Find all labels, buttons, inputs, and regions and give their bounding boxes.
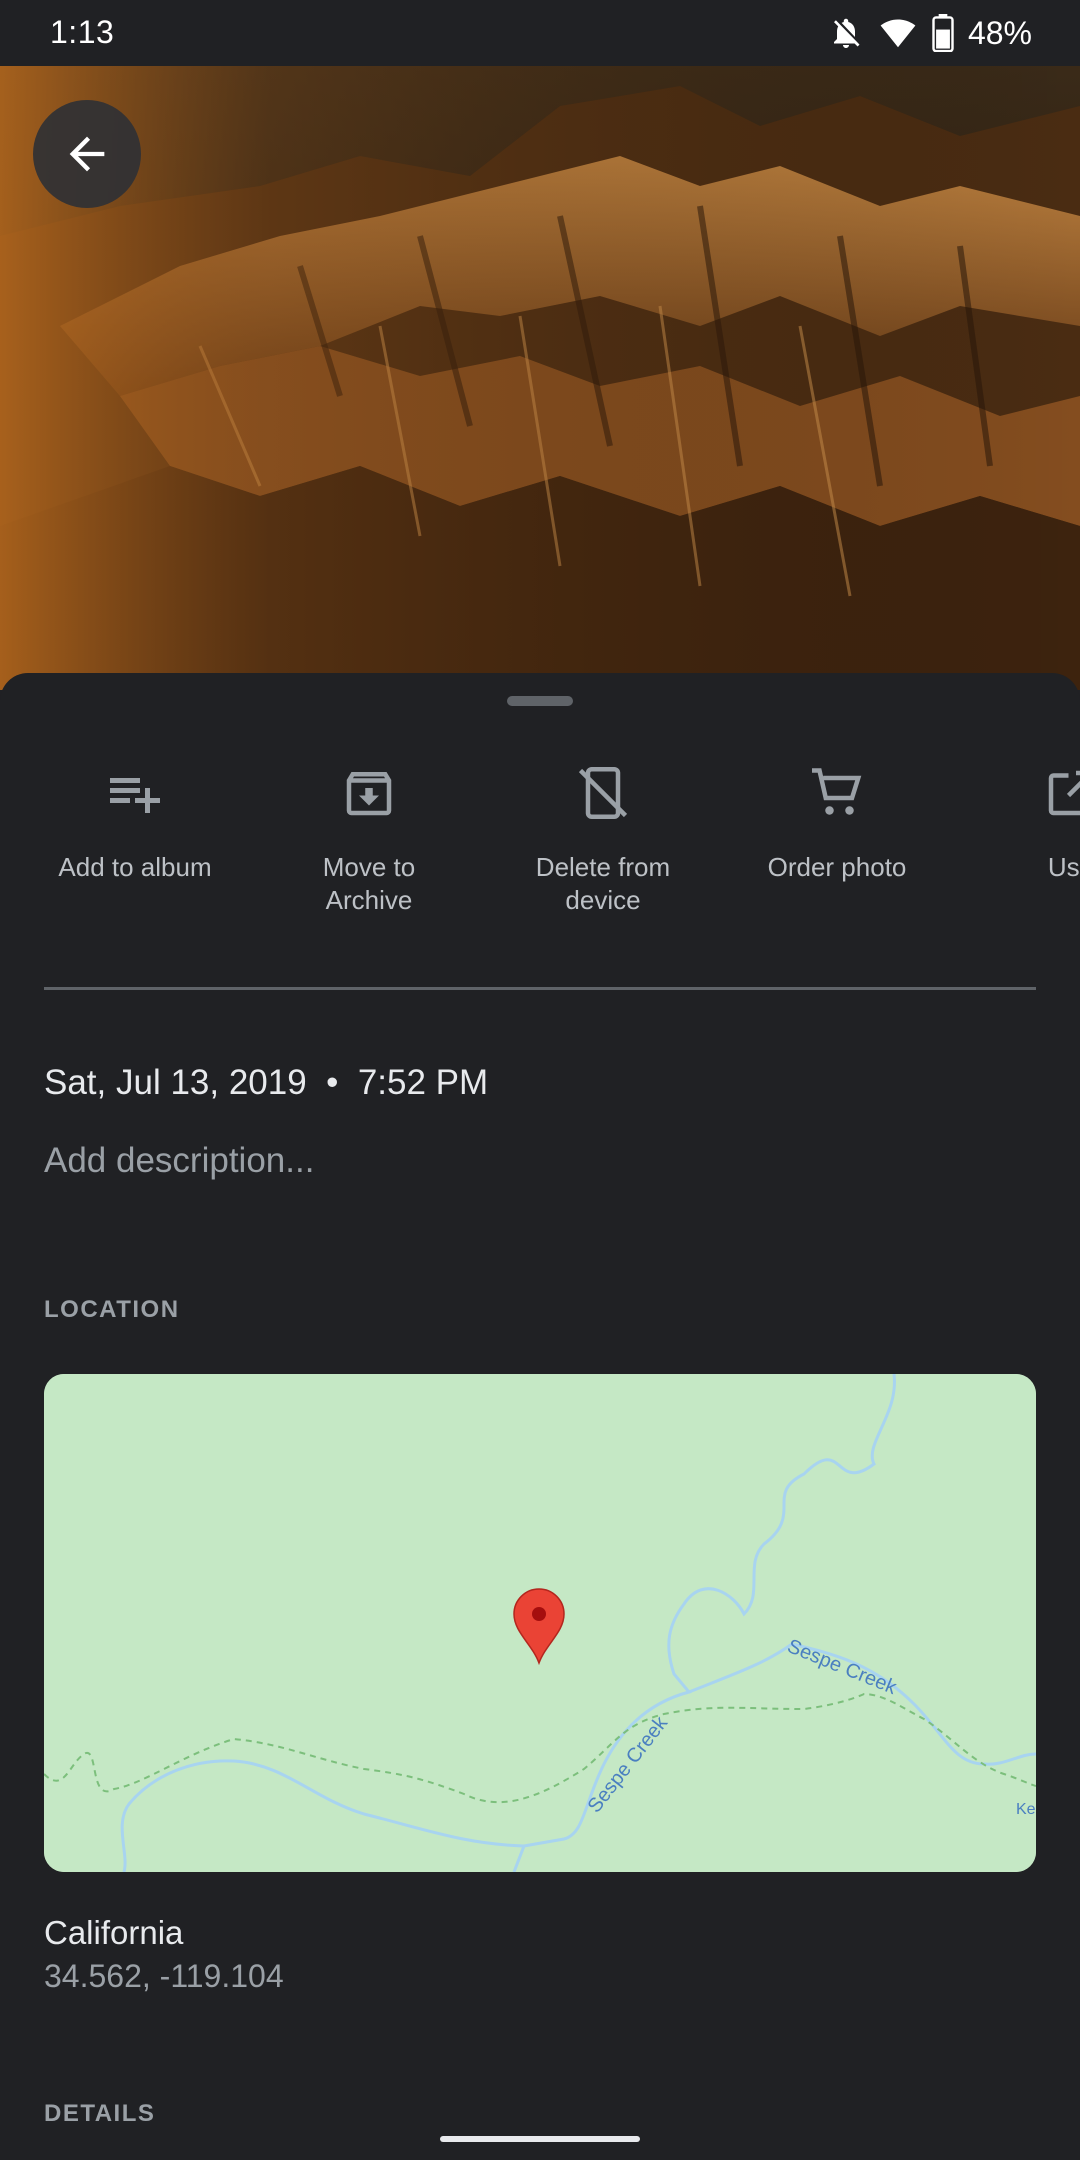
archive-icon bbox=[346, 772, 392, 816]
action-label: Move to Archive bbox=[322, 852, 416, 915]
cart-icon bbox=[812, 768, 862, 815]
mountain-photo bbox=[0, 66, 1080, 690]
action-label: Add to album bbox=[58, 852, 212, 882]
status-time: 1:13 bbox=[50, 14, 115, 50]
actions-row: Add to album Move to Archive Delete from… bbox=[0, 753, 1080, 915]
move-to-archive-button[interactable]: Move to Archive bbox=[252, 753, 486, 917]
delete-from-device-button[interactable]: Delete from device bbox=[486, 753, 720, 917]
location-map[interactable]: Sespe Creek Sespe Creek Ke bbox=[44, 1374, 1036, 1872]
info-sheet: Add to album Move to Archive Delete from… bbox=[0, 673, 1080, 2160]
map-label: Ke bbox=[1016, 1801, 1036, 1818]
drag-handle[interactable] bbox=[507, 696, 573, 706]
playlist-add-icon bbox=[110, 778, 160, 813]
phone-off-icon bbox=[578, 767, 628, 819]
photo-datetime[interactable]: Sat, Jul 13, 2019 • 7:52 PM bbox=[44, 1063, 488, 1103]
details-section-label: DETAILS bbox=[44, 2100, 156, 2127]
use-as-button[interactable]: Use bbox=[954, 753, 1080, 884]
place-name: California bbox=[44, 1914, 184, 1951]
status-icons: 48% bbox=[828, 12, 1032, 54]
coordinates: 34.562, -119.104 bbox=[44, 1958, 284, 1994]
divider bbox=[44, 987, 1036, 990]
add-to-album-button[interactable]: Add to album bbox=[18, 753, 252, 884]
back-button[interactable] bbox=[33, 100, 141, 208]
wifi-icon bbox=[878, 15, 918, 51]
battery-icon bbox=[932, 14, 954, 52]
open-in-new-icon bbox=[1048, 770, 1080, 816]
battery-percent: 48% bbox=[967, 14, 1032, 51]
map-canvas: Sespe Creek Sespe Creek Ke bbox=[44, 1374, 1036, 1872]
status-bar: 1:13 48% bbox=[0, 0, 1080, 66]
action-label: Use bbox=[1047, 852, 1080, 882]
action-label: Order photo bbox=[767, 852, 907, 882]
order-photo-button[interactable]: Order photo bbox=[720, 753, 954, 884]
gesture-nav-bar[interactable] bbox=[440, 2136, 640, 2142]
location-section-label: LOCATION bbox=[44, 1296, 180, 1323]
photo-viewer[interactable] bbox=[0, 66, 1080, 690]
arrow-back-icon bbox=[69, 136, 105, 172]
action-label: Delete from device bbox=[535, 852, 671, 915]
notifications-off-icon bbox=[828, 15, 864, 51]
add-description-field[interactable]: Add description... bbox=[44, 1141, 314, 1181]
